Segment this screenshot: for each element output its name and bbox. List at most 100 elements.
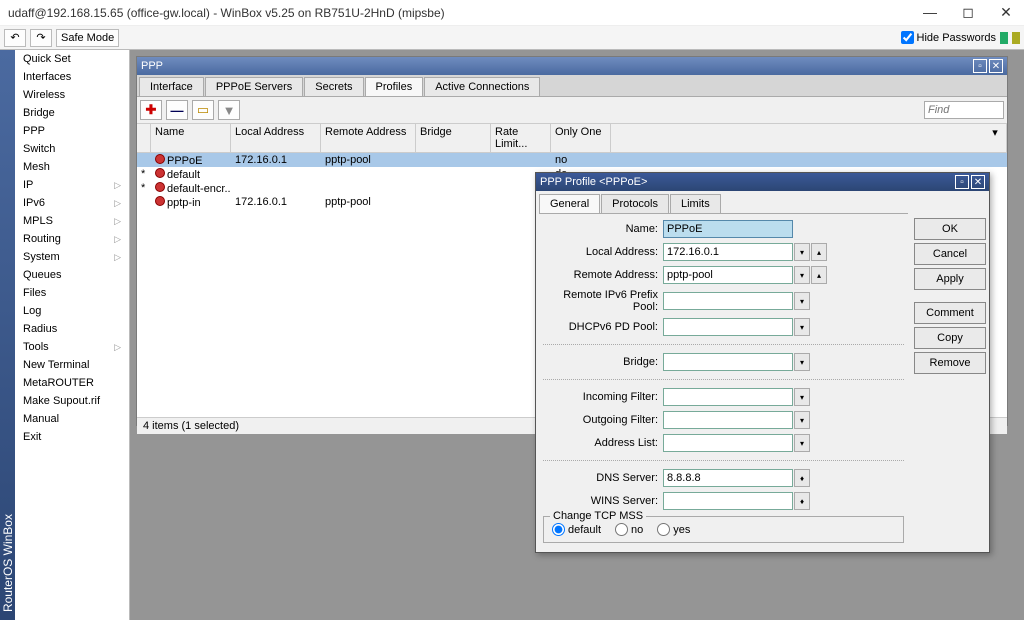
sidebar-item-ipv6[interactable]: IPv6▷: [15, 194, 129, 212]
bridge-input[interactable]: [663, 353, 793, 371]
comment-button[interactable]: Comment: [914, 302, 986, 324]
safe-mode-button[interactable]: Safe Mode: [56, 29, 119, 47]
minimize-button[interactable]: —: [920, 4, 940, 21]
dhcpv6-pool-input[interactable]: [663, 318, 793, 336]
tab-interface[interactable]: Interface: [139, 77, 204, 96]
sidebar-item-mesh[interactable]: Mesh: [15, 158, 129, 176]
sidebar-item-tools[interactable]: Tools▷: [15, 338, 129, 356]
dialog-close-button[interactable]: ✕: [971, 175, 985, 189]
sidebar-item-system[interactable]: System▷: [15, 248, 129, 266]
dialog-tab-limits[interactable]: Limits: [670, 194, 721, 213]
col-remote[interactable]: Remote Address: [321, 124, 416, 152]
col-name[interactable]: Name: [151, 124, 231, 152]
ok-button[interactable]: OK: [914, 218, 986, 240]
dns-server-input[interactable]: [663, 469, 793, 487]
close-button[interactable]: ✕: [996, 4, 1016, 21]
status-icon: [1000, 32, 1008, 44]
hide-passwords-input[interactable]: [901, 31, 914, 44]
incoming-filter-label: Incoming Filter:: [543, 391, 663, 403]
dns-server-spinner[interactable]: ♦: [794, 469, 810, 487]
sidebar-item-manual[interactable]: Manual: [15, 410, 129, 428]
ppp-profile-dialog: PPP Profile <PPPoE> ▫ ✕ GeneralProtocols…: [535, 172, 990, 553]
sidebar-item-metarouter[interactable]: MetaROUTER: [15, 374, 129, 392]
sidebar-item-routing[interactable]: Routing▷: [15, 230, 129, 248]
dialog-tab-general[interactable]: General: [539, 194, 600, 213]
local-address-input[interactable]: [663, 243, 793, 261]
col-only[interactable]: Only One: [551, 124, 611, 152]
dialog-button-column: OK Cancel Apply Comment Copy Remove: [914, 194, 986, 549]
col-bridge[interactable]: Bridge: [416, 124, 491, 152]
sidebar-item-exit[interactable]: Exit: [15, 428, 129, 446]
undo-button[interactable]: ↶: [4, 29, 26, 47]
redo-button[interactable]: ↷: [30, 29, 52, 47]
sidebar-item-quick-set[interactable]: Quick Set: [15, 50, 129, 68]
col-local[interactable]: Local Address: [231, 124, 321, 152]
sidebar-item-queues[interactable]: Queues: [15, 266, 129, 284]
sidebar-item-mpls[interactable]: MPLS▷: [15, 212, 129, 230]
dialog-restore-button[interactable]: ▫: [955, 175, 969, 189]
table-row[interactable]: PPPoE172.16.0.1pptp-poolno: [137, 153, 1007, 167]
wins-server-spinner[interactable]: ♦: [794, 492, 810, 510]
ppp-minimize-button[interactable]: ▫: [973, 59, 987, 73]
sidebar: Quick SetInterfacesWirelessBridgePPPSwit…: [15, 50, 130, 620]
tab-active-connections[interactable]: Active Connections: [424, 77, 540, 96]
apply-button[interactable]: Apply: [914, 268, 986, 290]
mss-yes-radio[interactable]: yes: [657, 523, 690, 536]
remove-button[interactable]: Remove: [914, 352, 986, 374]
add-button[interactable]: ✚: [140, 100, 162, 120]
ppp-close-button[interactable]: ✕: [989, 59, 1003, 73]
mss-default-radio[interactable]: default: [552, 523, 601, 536]
wins-server-input[interactable]: [663, 492, 793, 510]
dialog-content: Name: Local Address: ▾ ▴ Remote Address:…: [539, 214, 908, 549]
remove-button[interactable]: —: [166, 100, 188, 120]
sidebar-item-wireless[interactable]: Wireless: [15, 86, 129, 104]
ipv6-pool-dropdown[interactable]: ▾: [794, 292, 810, 310]
mss-no-radio[interactable]: no: [615, 523, 643, 536]
ipv6-pool-input[interactable]: [663, 292, 793, 310]
col-rate[interactable]: Rate Limit...: [491, 124, 551, 152]
local-address-dropdown[interactable]: ▾: [794, 243, 810, 261]
address-list-input[interactable]: [663, 434, 793, 452]
sidebar-item-log[interactable]: Log: [15, 302, 129, 320]
filter-button[interactable]: ▼: [218, 100, 240, 120]
sidebar-item-make-supout-rif[interactable]: Make Supout.rif: [15, 392, 129, 410]
ppp-window-titlebar[interactable]: PPP ▫ ✕: [137, 57, 1007, 75]
maximize-button[interactable]: ◻: [958, 4, 978, 21]
cancel-button[interactable]: Cancel: [914, 243, 986, 265]
sidebar-item-ppp[interactable]: PPP: [15, 122, 129, 140]
copy-button[interactable]: Copy: [914, 327, 986, 349]
local-address-label: Local Address:: [543, 246, 663, 258]
incoming-filter-input[interactable]: [663, 388, 793, 406]
bridge-dropdown[interactable]: ▾: [794, 353, 810, 371]
dialog-title: PPP Profile <PPPoE>: [540, 176, 953, 188]
address-list-dropdown[interactable]: ▾: [794, 434, 810, 452]
sidebar-item-interfaces[interactable]: Interfaces: [15, 68, 129, 86]
dhcpv6-pool-dropdown[interactable]: ▾: [794, 318, 810, 336]
sidebar-item-files[interactable]: Files: [15, 284, 129, 302]
outgoing-filter-input[interactable]: [663, 411, 793, 429]
sidebar-item-switch[interactable]: Switch: [15, 140, 129, 158]
tab-pppoe-servers[interactable]: PPPoE Servers: [205, 77, 303, 96]
name-input[interactable]: [663, 220, 793, 238]
remote-address-up[interactable]: ▴: [811, 266, 827, 284]
grid-header: Name Local Address Remote Address Bridge…: [137, 123, 1007, 153]
find-input[interactable]: [924, 101, 1004, 119]
tab-secrets[interactable]: Secrets: [304, 77, 363, 96]
sidebar-item-new-terminal[interactable]: New Terminal: [15, 356, 129, 374]
incoming-filter-dropdown[interactable]: ▾: [794, 388, 810, 406]
remote-address-input[interactable]: [663, 266, 793, 284]
left-rail: RouterOS WinBox: [0, 50, 15, 620]
sidebar-item-radius[interactable]: Radius: [15, 320, 129, 338]
dialog-titlebar[interactable]: PPP Profile <PPPoE> ▫ ✕: [536, 173, 989, 191]
remote-address-dropdown[interactable]: ▾: [794, 266, 810, 284]
ppp-window-title: PPP: [141, 60, 971, 72]
hide-passwords-checkbox[interactable]: Hide Passwords: [901, 31, 996, 44]
sidebar-item-bridge[interactable]: Bridge: [15, 104, 129, 122]
local-address-up[interactable]: ▴: [811, 243, 827, 261]
tab-profiles[interactable]: Profiles: [365, 77, 424, 96]
dhcpv6-pool-label: DHCPv6 PD Pool:: [543, 321, 663, 333]
outgoing-filter-dropdown[interactable]: ▾: [794, 411, 810, 429]
dialog-tab-protocols[interactable]: Protocols: [601, 194, 669, 213]
sidebar-item-ip[interactable]: IP▷: [15, 176, 129, 194]
folder-button[interactable]: ▭: [192, 100, 214, 120]
